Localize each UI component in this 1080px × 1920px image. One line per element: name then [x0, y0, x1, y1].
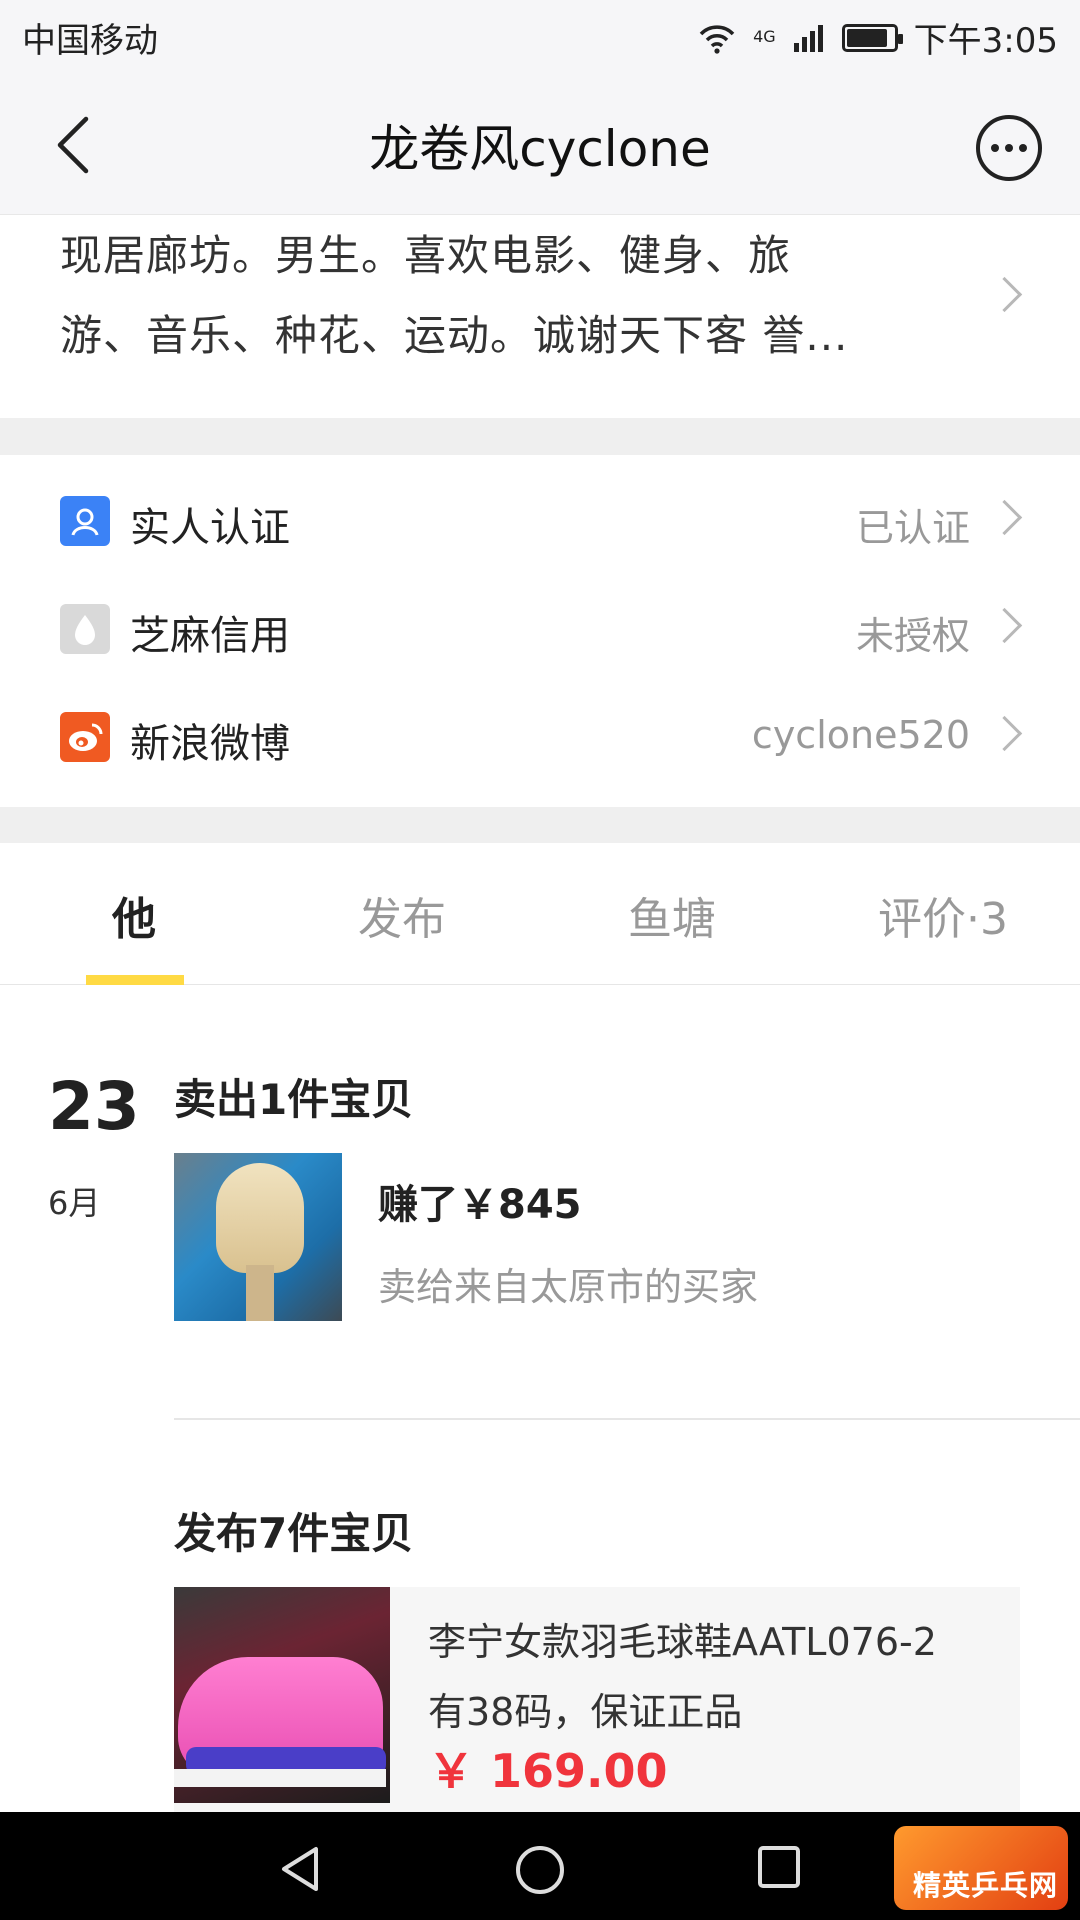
racket-handle-shape	[246, 1265, 274, 1321]
profile-tabs: 他 发布 鱼塘 评价·3	[0, 843, 1080, 985]
bio-text: 现居廊坊。男生。喜欢电影、健身、旅 游、音乐、种花、运动。诚谢天下客 誉...	[60, 216, 940, 376]
clock: 下午3:05	[913, 21, 1058, 61]
more-dot	[1019, 144, 1027, 152]
system-nav-bar: 精英乒乓网	[0, 1812, 1080, 1920]
weibo-icon	[60, 712, 110, 762]
chevron-right-icon	[992, 497, 1022, 537]
signal-icon	[793, 24, 823, 52]
nav-bar: 龙卷风cyclone	[0, 75, 1080, 215]
earned-amount: 赚了￥845	[378, 1182, 582, 1228]
battery-icon	[841, 23, 903, 52]
nav-home-circle-icon[interactable]	[514, 1844, 566, 1896]
chevron-right-icon	[992, 605, 1022, 645]
item-image	[174, 1587, 390, 1803]
status-icons: 4G 下午3:05	[697, 13, 1058, 62]
sold-item-image[interactable]	[174, 1153, 342, 1321]
feed-date-month: 6月	[48, 1184, 101, 1222]
item-title: 李宁女款羽毛球鞋AATL076-2 有38码，保证正品	[428, 1607, 998, 1747]
tab-him[interactable]: 他	[112, 883, 156, 947]
verification-status: 已认证	[855, 506, 970, 550]
section-divider	[0, 807, 1080, 843]
racket-shape	[216, 1163, 304, 1273]
section-divider	[0, 418, 1080, 455]
tab-published[interactable]: 发布	[358, 883, 446, 947]
network-type: 4G	[753, 27, 776, 46]
chevron-right-icon	[992, 274, 1022, 314]
published-section-title: 发布7件宝贝	[174, 1509, 414, 1558]
sesame-credit-row[interactable]: 芝麻信用 未授权	[0, 575, 1080, 683]
verification-label: 新浪微博	[130, 721, 290, 767]
published-item-card[interactable]: 李宁女款羽毛球鞋AATL076-2 有38码，保证正品 ￥ 169.00	[174, 1587, 1020, 1812]
verification-label: 芝麻信用	[130, 613, 290, 659]
weibo-handle: cyclone520	[751, 713, 970, 757]
bio-line-1: 现居廊坊。男生。喜欢电影、健身、旅	[60, 231, 792, 280]
verification-label: 实人认证	[130, 505, 290, 551]
sold-section-title: 卖出1件宝贝	[174, 1075, 414, 1124]
real-name-verification-row[interactable]: 实人认证 已认证	[0, 467, 1080, 575]
active-tab-indicator	[86, 975, 184, 985]
feed-date-day: 23	[48, 1068, 140, 1145]
nav-back-triangle-icon[interactable]	[276, 1844, 326, 1894]
more-dot	[1005, 144, 1013, 152]
bio-line-2: 游、音乐、种花、运动。诚谢天下客 誉...	[60, 311, 849, 360]
profile-bio[interactable]: 现居廊坊。男生。喜欢电影、健身、旅 游、音乐、种花、运动。诚谢天下客 誉...	[0, 216, 1080, 418]
person-badge-icon	[60, 496, 110, 546]
item-title-line-1: 李宁女款羽毛球鞋AATL076-2	[428, 1620, 937, 1664]
more-dot	[991, 144, 999, 152]
battery-level	[846, 28, 887, 47]
wifi-icon	[699, 24, 735, 54]
item-price: ￥ 169.00	[428, 1744, 668, 1798]
tab-fish-pond[interactable]: 鱼塘	[628, 883, 716, 947]
chevron-right-icon	[992, 713, 1022, 753]
sesame-credit-icon	[60, 604, 110, 654]
activity-feed: 23 6月 卖出1件宝贝 赚了￥845 卖给来自太原市的买家 发布7件宝贝 李宁…	[0, 986, 1080, 1812]
feed-divider	[174, 1418, 1080, 1420]
verification-list: 实人认证 已认证 芝麻信用 未授权 新浪微博 cyclone520	[0, 455, 1080, 807]
verification-status: 未授权	[855, 614, 970, 658]
page-title: 龙卷风cyclone	[369, 119, 711, 178]
buyer-location: 卖给来自太原市的买家	[378, 1265, 759, 1309]
carrier-label: 中国移动	[22, 21, 158, 61]
shoe-sole-shape	[174, 1769, 386, 1787]
more-options-icon[interactable]	[976, 115, 1042, 181]
status-bar: 中国移动 4G 下午3:05	[0, 0, 1080, 75]
back-arrow-icon[interactable]	[48, 113, 108, 177]
weibo-row[interactable]: 新浪微博 cyclone520	[0, 683, 1080, 791]
nav-recents-square-icon[interactable]	[756, 1844, 802, 1890]
watermark-text: 精英乒乓网	[912, 1869, 1058, 1902]
tab-reviews[interactable]: 评价·3	[878, 883, 1008, 947]
site-watermark-logo: 精英乒乓网	[894, 1826, 1068, 1910]
